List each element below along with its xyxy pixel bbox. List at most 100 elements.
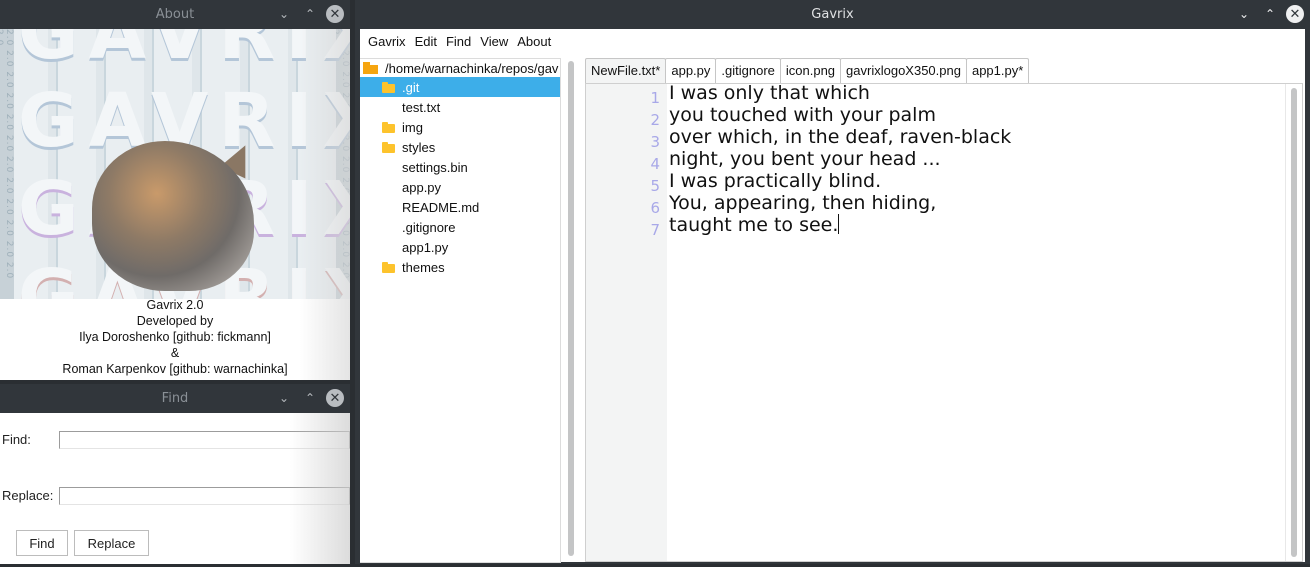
find-titlebar[interactable]: Find ⌄ ⌃ ✕ [0, 384, 350, 413]
developer-1: Ilya Doroshenko [github: fickmann] [79, 330, 271, 344]
editor-tab[interactable]: app.py [665, 58, 717, 84]
code-line-text: over which, in the deaf, raven-black [669, 126, 1012, 148]
find-input[interactable] [59, 431, 350, 449]
window-shadow [300, 29, 350, 380]
logo-side-text-left: 2.0 2.0 2.0 2.0 2.0 2.0 2.0 2.0 2.0 2.0 … [0, 29, 14, 299]
file-tree[interactable]: /home/warnachinka/repos/gav .git test.txt… [360, 58, 561, 563]
tree-item[interactable]: styles [360, 137, 560, 157]
line-number: 1 [650, 89, 660, 107]
line-number: 6 [650, 199, 660, 217]
tree-item-label: app.py [402, 179, 442, 195]
about-title: About [155, 7, 195, 22]
tree-item[interactable]: themes [360, 257, 560, 277]
tree-item[interactable]: img [360, 117, 560, 137]
about-window: About ⌄ ⌃ ✕ 2.0 2.0 2.0 2.0 2.0 2.0 2.0 … [0, 0, 350, 380]
replace-label: Replace: [2, 488, 54, 503]
tree-root-path: /home/warnachinka/repos/gav [385, 60, 559, 76]
maximize-icon[interactable]: ⌃ [1260, 4, 1280, 24]
line-number: 3 [650, 133, 660, 151]
tree-scrollbar[interactable] [568, 61, 574, 556]
editor-tab[interactable]: .gitignore [715, 58, 781, 84]
app-version: Gavrix 2.0 [146, 298, 204, 312]
menu-find[interactable]: Find [442, 32, 476, 49]
tree-item[interactable]: settings.bin [360, 157, 560, 177]
code-line-text: You, appearing, then hiding, [669, 192, 937, 214]
maximize-icon[interactable]: ⌃ [300, 4, 320, 24]
replace-input[interactable] [59, 487, 350, 505]
line-number: 2 [650, 111, 660, 129]
menu-about[interactable]: About [513, 32, 556, 49]
code-line: taught me to see. [669, 214, 840, 236]
menu-view[interactable]: View [476, 32, 513, 49]
code-line: night, you bent your head ... [669, 148, 941, 170]
find-label: Find: [2, 432, 31, 447]
code-line-text: taught me to see. [669, 214, 839, 236]
tree-item-label: styles [402, 139, 436, 155]
main-titlebar[interactable]: Gavrix ⌄ ⌃ ✕ [355, 0, 1310, 29]
folder-icon [382, 81, 395, 93]
line-number: 4 [650, 155, 660, 173]
gavrix-main-window: Gavrix ⌄ ⌃ ✕ Gavrix Edit Find View About… [355, 0, 1310, 564]
find-window: Find ⌄ ⌃ ✕ Find: Replace: Find Replace [0, 384, 350, 564]
close-icon[interactable]: ✕ [1286, 5, 1304, 23]
tree-root[interactable]: /home/warnachinka/repos/gav [360, 59, 560, 77]
close-icon[interactable]: ✕ [326, 389, 344, 407]
code-line-text: night, you bent your head ... [669, 148, 941, 170]
tree-item-label: themes [402, 259, 445, 275]
logo-word: GAVRIX [18, 29, 350, 76]
code-line: I was only that which [669, 82, 870, 104]
tree-item-label: app1.py [402, 239, 449, 255]
about-titlebar[interactable]: About ⌄ ⌃ ✕ [0, 0, 350, 29]
code-line-text: I was only that which [669, 82, 870, 104]
minimize-icon[interactable]: ⌄ [274, 4, 294, 24]
code-line: You, appearing, then hiding, [669, 192, 936, 214]
tree-item-label: .gitignore [402, 219, 456, 235]
folder-icon [382, 121, 395, 133]
code-line: you touched with your palm [669, 104, 936, 126]
code-line-text: you touched with your palm [669, 104, 936, 126]
tree-item-label: img [402, 119, 423, 135]
ampersand: & [170, 346, 180, 360]
gavrix-logo-image: 2.0 2.0 2.0 2.0 2.0 2.0 2.0 2.0 2.0 2.0 … [0, 29, 350, 299]
tree-item-label: README.md [402, 199, 480, 215]
tree-item[interactable]: .gitignore [360, 217, 560, 237]
editor-tab[interactable]: gavrixlogoX350.png [840, 58, 967, 84]
text-cursor [838, 214, 840, 234]
tree-item[interactable]: app.py [360, 177, 560, 197]
text-editor[interactable]: 1 2 3 4 5 6 7 I was only that which you touched… [585, 82, 1303, 562]
tab-bar: NewFile.txt* app.py .gitignore icon.png gavr… [585, 58, 1030, 86]
line-number: 5 [650, 177, 660, 195]
developed-by: Developed by [136, 314, 214, 328]
tree-item[interactable]: README.md [360, 197, 560, 217]
menu-edit[interactable]: Edit [411, 32, 442, 49]
menu-bar: Gavrix Edit Find View About [360, 29, 1305, 51]
replace-button[interactable]: Replace [74, 530, 149, 556]
menu-gavrix[interactable]: Gavrix [364, 32, 411, 49]
editor-tab[interactable]: icon.png [779, 58, 842, 84]
tree-item-label: test.txt [402, 99, 441, 115]
find-title: Find [161, 391, 189, 406]
minimize-icon[interactable]: ⌄ [274, 388, 294, 408]
close-icon[interactable]: ✕ [326, 5, 344, 23]
tree-item[interactable]: app1.py [360, 237, 560, 257]
code-line: over which, in the deaf, raven-black [669, 126, 1011, 148]
folder-icon [382, 261, 395, 273]
find-button[interactable]: Find [16, 530, 68, 556]
code-line-text: I was practically blind. [669, 170, 882, 192]
editor-scrollbar[interactable] [1291, 88, 1297, 557]
folder-icon [382, 141, 395, 153]
main-title: Gavrix [811, 7, 854, 22]
line-number: 7 [650, 221, 660, 239]
maximize-icon[interactable]: ⌃ [300, 388, 320, 408]
editor-tab[interactable]: NewFile.txt* [585, 58, 667, 86]
tree-item[interactable]: test.txt [360, 97, 560, 117]
minimize-icon[interactable]: ⌄ [1234, 4, 1254, 24]
code-line: I was practically blind. [669, 170, 881, 192]
editor-tab[interactable]: app1.py* [965, 58, 1030, 84]
folder-open-icon [363, 62, 378, 74]
tree-item[interactable]: .git [360, 77, 560, 97]
developer-2: Roman Karpenkov [github: warnachinka] [62, 362, 288, 376]
tree-item-label: settings.bin [402, 159, 468, 175]
about-credits: Gavrix 2.0 Developed by Ilya Doroshenko … [0, 297, 350, 377]
line-number-gutter: 1 2 3 4 5 6 7 [586, 84, 667, 561]
